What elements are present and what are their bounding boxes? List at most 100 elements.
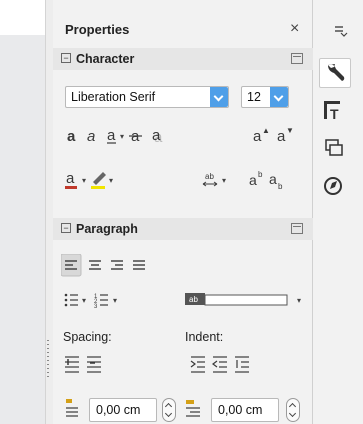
spacing-label: Spacing: [63,330,112,344]
svg-text:a: a [249,172,257,188]
tab-navigator[interactable] [319,172,351,202]
sidebar-tab-bar: T [313,0,363,424]
align-right-icon[interactable] [111,260,123,270]
svg-text:▾: ▾ [82,296,86,305]
tab-styles[interactable]: T [319,96,351,126]
highlight-color-icon[interactable] [91,172,106,189]
spacing-dropdown-icon[interactable]: ▾ [222,176,226,185]
svg-text:▾: ▾ [120,132,124,141]
svg-text:▾: ▾ [222,176,226,185]
tab-gallery[interactable] [319,134,351,164]
font-size-value: 12 [247,90,261,104]
shadow-icon[interactable]: aa [152,127,163,146]
alignment-row [61,254,145,277]
svg-text:a: a [277,128,286,145]
document-area [0,35,45,424]
character-section-header[interactable]: − Character [53,48,313,70]
numbered-list-dropdown-icon[interactable]: ▾ [113,296,117,305]
svg-text:a: a [269,171,277,187]
numbered-list-icon[interactable]: 1 2 3 [94,294,108,310]
paragraph-section-title: Paragraph [76,222,138,236]
indent-spin-button[interactable] [286,398,300,422]
svg-text:a: a [152,127,161,144]
font-color-dropdown-icon[interactable]: ▾ [82,176,86,185]
svg-text:3: 3 [94,304,98,310]
tab-properties[interactable] [319,58,351,88]
svg-text:ab: ab [189,295,198,304]
align-center-icon[interactable] [89,260,101,270]
paragraph-background-swatch[interactable] [204,294,288,306]
hanging-indent-icon[interactable] [235,356,249,373]
decrease-indent-icon[interactable] [212,356,227,373]
decrease-paragraph-spacing-icon[interactable] [87,356,101,373]
more-options-icon[interactable] [291,53,303,64]
underline-dropdown-icon[interactable]: ▾ [120,132,124,141]
spacing-spin-button[interactable] [162,398,176,422]
svg-text:a: a [67,128,76,145]
svg-text:b: b [258,170,263,179]
gallery-icon [325,139,343,156]
indent-before-value: 0,00 cm [218,403,263,417]
italic-icon[interactable]: a [87,128,95,145]
navigator-icon [324,177,342,195]
font-size-select[interactable]: 12 [241,86,289,108]
more-options-icon[interactable] [291,223,303,234]
bullet-list-icon[interactable] [64,293,78,307]
svg-text:▼: ▼ [286,126,294,135]
font-color-icon[interactable]: a [65,170,77,189]
panel-title-bar: Properties × [53,18,313,42]
chevron-down-icon[interactable] [270,87,288,107]
strikethrough-icon[interactable]: a [129,128,142,145]
properties-wrench-icon [328,64,345,81]
collapse-icon[interactable]: − [61,53,71,63]
subscript-icon[interactable]: ab [269,171,283,191]
svg-text:ab: ab [205,172,214,181]
paragraph-section-header[interactable]: − Paragraph [53,218,313,240]
underline-icon[interactable]: a [107,127,116,144]
svg-text:▾: ▾ [113,296,117,305]
svg-text:▾: ▾ [109,176,113,185]
highlight-dropdown-icon[interactable]: ▾ [109,176,113,185]
svg-text:a: a [66,170,75,187]
character-format-row: a a a ▾ a aa a▲ a▼ [67,126,294,146]
svg-text:T: T [330,106,339,122]
svg-text:a: a [87,128,95,145]
hamburger-icon[interactable] [333,24,349,38]
styles-icon: T [324,101,340,122]
superscript-icon[interactable]: ab [249,170,263,188]
paragraph-background-icon[interactable]: ab [185,293,205,305]
svg-text:a: a [253,128,262,145]
character-spacing-icon[interactable]: ab [202,172,218,187]
collapse-icon[interactable]: − [61,223,71,233]
increase-indent-icon[interactable] [190,356,205,373]
indent-before-field[interactable]: 0,00 cm [211,398,279,422]
svg-text:▲: ▲ [262,126,270,135]
chevron-down-icon[interactable] [210,87,228,107]
splitter-grip[interactable] [47,340,49,380]
character-section-title: Character [76,52,135,66]
bold-icon[interactable]: a [67,128,76,145]
font-name-value: Liberation Serif [71,90,156,104]
character-color-row: a ▾ ▾ ab ▾ ab ab [65,170,283,191]
font-name-select[interactable]: Liberation Serif [65,86,229,108]
spacing-above-field[interactable]: 0,00 cm [89,398,157,422]
background-dropdown-icon[interactable]: ▾ [297,296,301,305]
svg-text:▾: ▾ [297,296,301,305]
indent-label: Indent: [185,330,224,344]
list-row: ▾ 1 2 3 ▾ ab ▾ [64,293,301,310]
panel-title: Properties [65,22,130,37]
svg-text:b: b [278,182,283,191]
spacing-indent-row [65,356,249,373]
properties-panel: Properties × − Character Liberation Seri… [53,0,313,424]
above-spacing-icon [66,399,78,417]
bullet-list-dropdown-icon[interactable]: ▾ [82,296,86,305]
spacing-above-value: 0,00 cm [96,403,141,417]
svg-text:a: a [107,127,116,144]
close-icon[interactable]: × [290,20,299,38]
svg-text:▾: ▾ [82,176,86,185]
increase-font-icon[interactable]: a ▲ [253,126,270,145]
before-indent-icon [186,400,200,417]
increase-paragraph-spacing-icon[interactable] [65,356,79,373]
justify-icon[interactable] [133,260,145,270]
decrease-font-icon[interactable]: a ▼ [277,126,294,145]
